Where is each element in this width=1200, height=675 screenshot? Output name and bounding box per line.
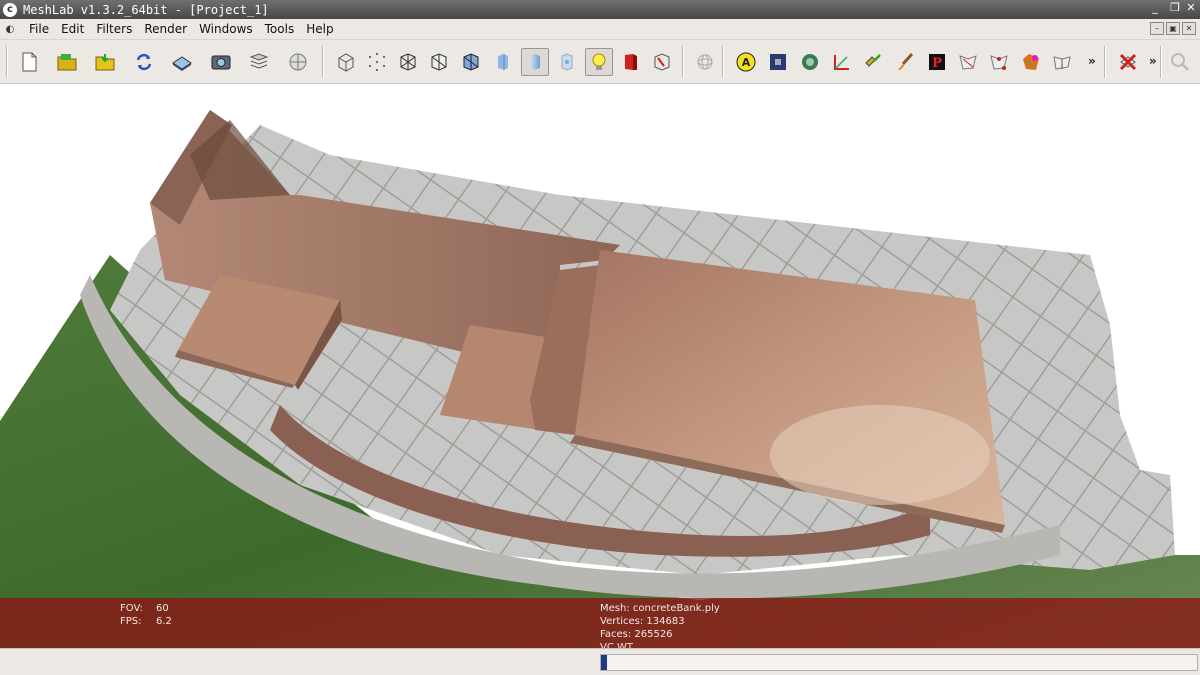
mesh-name: Mesh: concreteBank.ply xyxy=(600,603,720,614)
document-menu-icon[interactable]: ◐ xyxy=(3,22,17,36)
export-mesh-icon[interactable] xyxy=(168,48,196,76)
toolbar-separator xyxy=(1104,46,1106,78)
menu-edit[interactable]: Edit xyxy=(61,22,84,36)
title-bar: c MeshLab v1.3.2_64bit - [Project_1] _ ❐… xyxy=(0,0,1200,19)
menu-help[interactable]: Help xyxy=(306,22,333,36)
toolbar-separator xyxy=(682,46,684,78)
mdi-minimize-button[interactable]: – xyxy=(1150,22,1164,35)
flat-lines-icon[interactable] xyxy=(457,48,485,76)
texture-icon[interactable] xyxy=(553,48,581,76)
progress-bar xyxy=(600,654,1198,671)
mdi-close-button[interactable]: ✕ xyxy=(1182,22,1196,35)
open-project-icon[interactable] xyxy=(53,48,81,76)
import-mesh-icon[interactable] xyxy=(91,48,119,76)
point-picker-icon[interactable]: P xyxy=(923,48,951,76)
measure-icon[interactable] xyxy=(828,48,856,76)
reload-icon[interactable] xyxy=(130,48,158,76)
manipulator-icon[interactable] xyxy=(1048,48,1076,76)
menu-windows[interactable]: Windows xyxy=(199,22,253,36)
select-vertices-icon[interactable] xyxy=(985,48,1013,76)
smooth-icon[interactable] xyxy=(521,48,549,76)
face-count: Faces: 265526 xyxy=(600,629,673,640)
points-icon[interactable] xyxy=(363,48,391,76)
fov-label: FOV: xyxy=(120,603,143,614)
mesh-info: Mesh: concreteBank.ply Vertices: 134683 … xyxy=(600,602,720,654)
search-icon[interactable] xyxy=(1166,48,1194,76)
menu-filters[interactable]: Filters xyxy=(96,22,132,36)
menu-render[interactable]: Render xyxy=(144,22,187,36)
select-faces-icon[interactable] xyxy=(954,48,982,76)
menu-file[interactable]: File xyxy=(29,22,49,36)
layers-icon[interactable] xyxy=(245,48,273,76)
menu-tools[interactable]: Tools xyxy=(265,22,295,36)
new-project-icon[interactable] xyxy=(15,48,43,76)
raster-globe-icon[interactable] xyxy=(284,48,312,76)
paint-brush-icon[interactable] xyxy=(891,48,919,76)
hidden-lines-icon[interactable] xyxy=(425,48,453,76)
paint-texture-icon[interactable] xyxy=(796,48,824,76)
svg-text:A: A xyxy=(742,56,751,69)
pick-raster-icon[interactable] xyxy=(764,48,792,76)
svg-text:P: P xyxy=(932,56,942,71)
delete-selection-icon[interactable] xyxy=(1114,48,1142,76)
toolbar-separator xyxy=(1160,46,1162,78)
toolbar-handle[interactable] xyxy=(6,46,8,78)
double-side-light-icon[interactable] xyxy=(617,48,645,76)
flat-icon[interactable] xyxy=(489,48,517,76)
mesh-render xyxy=(0,110,1200,648)
main-toolbar: A P » » xyxy=(0,40,1200,84)
fps-value: 6.2 xyxy=(156,616,172,627)
toolbar-separator xyxy=(722,46,724,78)
wireframe-icon[interactable] xyxy=(394,48,422,76)
close-window-button[interactable]: ✕ xyxy=(1184,1,1198,14)
progress-fill xyxy=(601,655,607,670)
trackball-icon[interactable] xyxy=(691,48,719,76)
light-icon[interactable] xyxy=(585,48,613,76)
window-title: MeshLab v1.3.2_64bit - [Project_1] xyxy=(23,2,269,17)
fov-value: 60 xyxy=(156,603,169,614)
view-info: FOV: 60 FPS: 6.2 xyxy=(120,602,172,628)
minimize-button[interactable]: _ xyxy=(1148,1,1162,14)
bbox-icon[interactable] xyxy=(332,48,360,76)
meshlab-logo-icon: c xyxy=(3,2,17,17)
align-icon[interactable] xyxy=(859,48,887,76)
annotation-icon[interactable]: A xyxy=(732,48,760,76)
toolbar-overflow-button-2[interactable]: » xyxy=(1149,54,1157,68)
toolbar-separator xyxy=(322,46,324,78)
select-connected-icon[interactable] xyxy=(1017,48,1045,76)
maximize-button[interactable]: ❐ xyxy=(1168,1,1182,14)
menu-bar: ◐ File Edit Filters Render Windows Tools… xyxy=(0,19,1200,40)
fps-label: FPS: xyxy=(120,616,142,627)
snapshot-icon[interactable] xyxy=(207,48,235,76)
status-bar xyxy=(0,648,1200,675)
3d-viewport[interactable] xyxy=(0,85,1200,648)
mdi-restore-button[interactable]: ▣ xyxy=(1166,22,1180,35)
info-overlay: FOV: 60 FPS: 6.2 Mesh: concreteBank.ply Ve… xyxy=(0,598,1200,653)
toolbar-overflow-button[interactable]: » xyxy=(1088,54,1096,68)
vertex-count: Vertices: 134683 xyxy=(600,616,685,627)
backface-culling-icon[interactable] xyxy=(648,48,676,76)
